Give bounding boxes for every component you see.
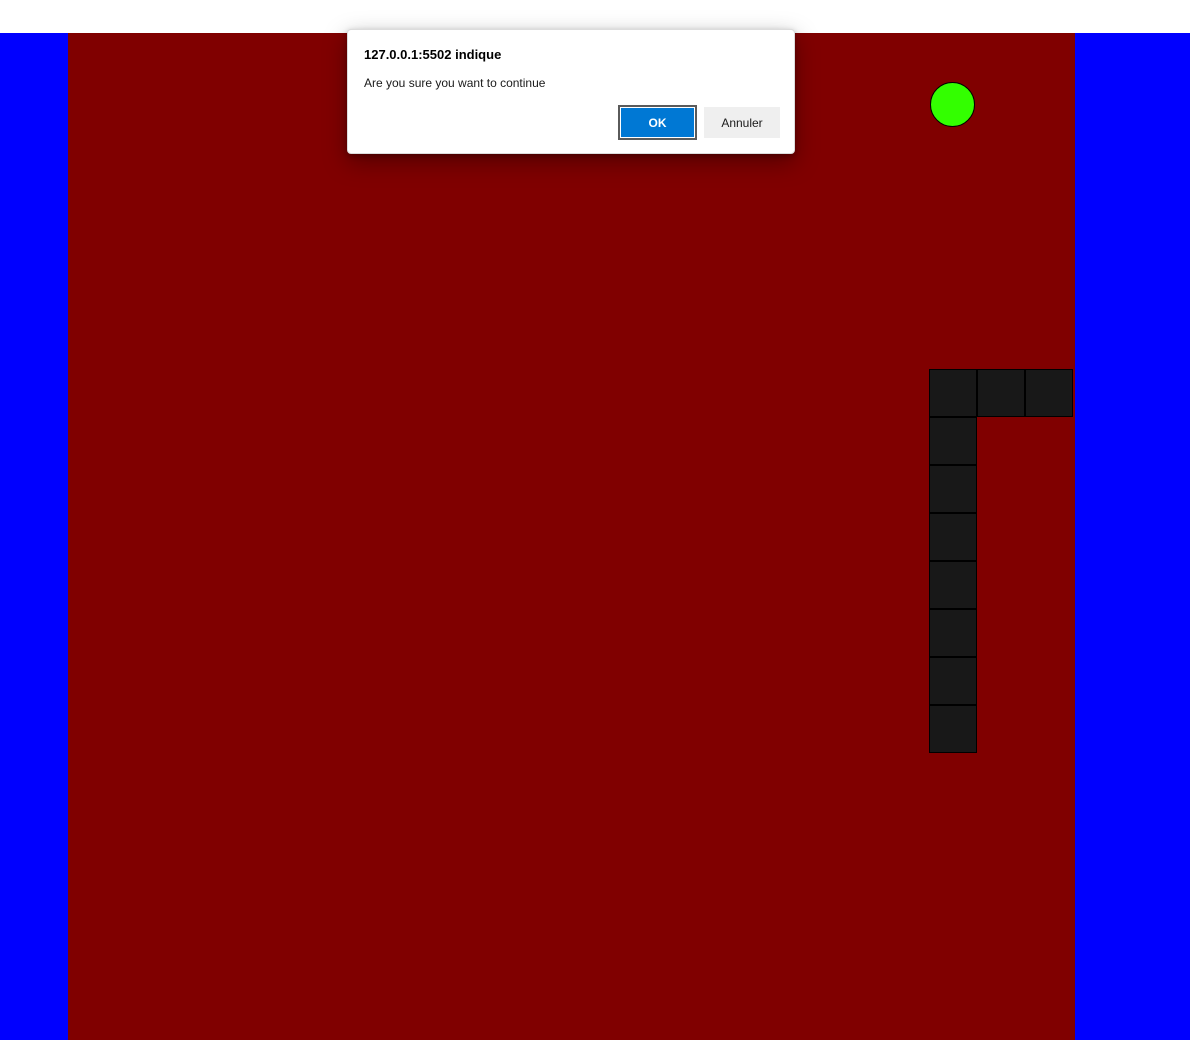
game-board	[68, 33, 1075, 1040]
snake-segment	[929, 561, 977, 609]
dialog-message: Are you sure you want to continue	[364, 76, 546, 90]
ok-button[interactable]: OK	[618, 105, 697, 140]
snake-segment	[929, 417, 977, 465]
snake-segment	[1025, 369, 1073, 417]
snake-segment	[977, 369, 1025, 417]
food-icon	[930, 82, 975, 127]
confirm-dialog: 127.0.0.1:5502 indique Are you sure you …	[347, 29, 795, 154]
dialog-title: 127.0.0.1:5502 indique	[364, 47, 502, 62]
snake-segment	[929, 609, 977, 657]
snake-segment	[929, 369, 977, 417]
cancel-button[interactable]: Annuler	[704, 107, 780, 138]
snake-segment	[929, 657, 977, 705]
snake-segment	[929, 513, 977, 561]
snake-segment	[929, 465, 977, 513]
snake-segment	[929, 705, 977, 753]
